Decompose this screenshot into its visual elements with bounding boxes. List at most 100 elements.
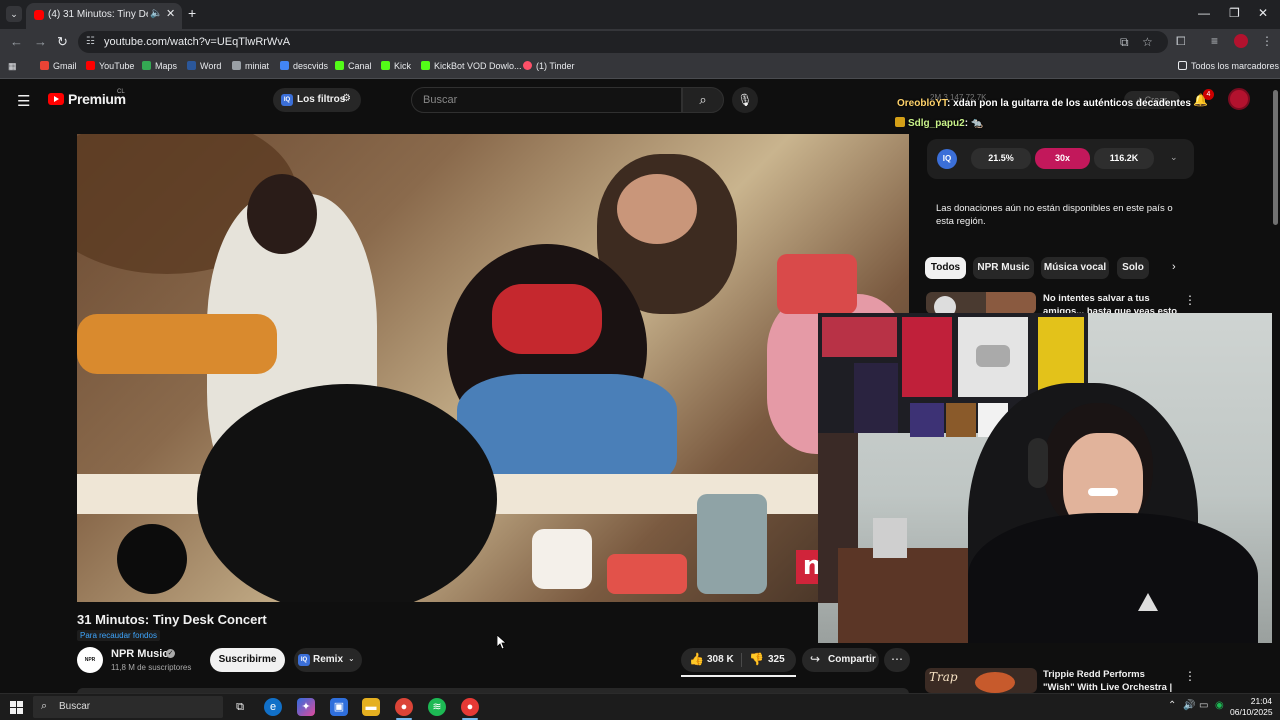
search-icon: ⌕: [41, 700, 48, 712]
thumbs-down-icon[interactable]: 👎: [749, 652, 764, 666]
iq-logo[interactable]: IQ: [937, 149, 957, 169]
chip-npr-music[interactable]: NPR Music: [973, 257, 1034, 279]
system-clock[interactable]: 21:04 06/10/2025: [1230, 696, 1273, 718]
close-window-icon[interactable]: ✕: [1258, 6, 1268, 20]
forward-icon[interactable]: →: [34, 34, 47, 49]
more-vertical-icon[interactable]: ⋮: [1184, 293, 1196, 307]
fundraiser-tag[interactable]: Para recaudar fondos: [77, 630, 160, 641]
bookmark-maps[interactable]: Maps: [142, 61, 177, 71]
clock-date: 06/10/2025: [1230, 707, 1273, 717]
more-vertical-icon[interactable]: ⋮: [1184, 669, 1196, 683]
recommendation-title[interactable]: No intentes salvar a tus amigos... hasta…: [1043, 292, 1178, 314]
taskbar-search[interactable]: ⌕ Buscar: [33, 696, 223, 718]
chrome-profile-icon[interactable]: ●: [461, 698, 479, 716]
hamburger-menu-icon[interactable]: ☰: [17, 92, 30, 110]
chip-todos[interactable]: Todos: [925, 257, 966, 279]
copilot-icon[interactable]: ✦: [297, 698, 315, 716]
new-tab-icon[interactable]: +: [188, 5, 196, 21]
profile-avatar[interactable]: [1234, 34, 1248, 48]
tray-chevron-icon[interactable]: ⌃: [1168, 700, 1176, 711]
minimize-icon[interactable]: —: [1198, 6, 1210, 20]
chip-solo[interactable]: Solo: [1117, 257, 1149, 279]
video-player[interactable]: n: [77, 134, 909, 602]
apps-grid-icon[interactable]: ▦: [8, 61, 17, 72]
restore-icon[interactable]: ❐: [1229, 6, 1240, 20]
channel-avatar[interactable]: NPR: [77, 647, 103, 673]
all-bookmarks[interactable]: Todos los marcadores: [1178, 61, 1279, 71]
iq-stat-count[interactable]: 116.2K: [1094, 148, 1154, 169]
bookmark-kickbot[interactable]: KickBot VOD Dowlo...: [421, 61, 522, 71]
chevron-right-icon[interactable]: ›: [1172, 261, 1176, 273]
spotify-icon[interactable]: ≋: [428, 698, 446, 716]
filters-button[interactable]: IQ Los filtros ⚙: [273, 88, 361, 112]
scrollbar-thumb[interactable]: [1273, 90, 1278, 225]
iq-stat-percent[interactable]: 21.5%: [971, 148, 1031, 169]
recommendation-title[interactable]: Trippie Redd Performs "Wish" With Live O…: [1043, 668, 1178, 693]
address-bar[interactable]: ☷ youtube.com/watch?v=UEqTlwRrWvA ⧉ ☆: [78, 31, 1168, 53]
subscribe-button[interactable]: Suscribirme: [210, 648, 285, 672]
share-button[interactable]: ↪ Compartir: [802, 648, 879, 672]
voice-search-button[interactable]: 🎙: [732, 87, 758, 113]
volume-icon[interactable]: 🔊: [1183, 700, 1195, 711]
network-icon[interactable]: ▭: [1199, 700, 1208, 711]
edge-icon[interactable]: e: [264, 698, 282, 716]
windows-start-icon[interactable]: [10, 701, 23, 714]
back-icon[interactable]: ←: [10, 34, 23, 49]
video-frame-shape: [247, 174, 317, 254]
security-icon[interactable]: ◉: [1215, 700, 1224, 711]
close-tab-icon[interactable]: ✕: [166, 7, 175, 20]
like-count[interactable]: 308 K: [707, 654, 734, 665]
like-ratio-bar: [681, 675, 796, 677]
recommendation-thumbnail[interactable]: [926, 292, 1036, 314]
extensions-icon[interactable]: ⧠: [1176, 34, 1186, 49]
url-text: youtube.com/watch?v=UEqTlwRrWvA: [104, 36, 291, 48]
cast-icon[interactable]: ⧉: [1120, 35, 1129, 50]
menu-kebab-icon[interactable]: ⋮: [1261, 34, 1273, 48]
more-actions-button[interactable]: ⋯: [884, 648, 910, 672]
bookmark-youtube[interactable]: YouTube: [86, 61, 134, 71]
chrome-icon[interactable]: ●: [395, 698, 413, 716]
chat-text: : xdan pon la guitarra de los auténticos…: [947, 98, 1191, 109]
media-control-icon[interactable]: ≡: [1211, 34, 1218, 48]
remix-button[interactable]: IQ Remix ⌄: [294, 648, 362, 672]
desk: [838, 548, 968, 643]
headphones-icon: [1028, 438, 1048, 488]
chevron-down-icon[interactable]: ⌄: [1170, 152, 1178, 163]
bookmark-word[interactable]: Word: [187, 61, 221, 71]
poster: [822, 317, 897, 357]
youtube-favicon-icon: [34, 10, 44, 20]
recommendation-thumbnail[interactable]: Trap: [925, 668, 1037, 693]
chat-badge-icon: [895, 117, 905, 127]
search-button[interactable]: ⌕: [682, 87, 724, 113]
bookmark-descvids[interactable]: descvids: [280, 61, 328, 71]
chat-message: Sdlg_papu2: 🐀: [895, 117, 983, 129]
speaker-icon[interactable]: 🔈: [150, 8, 162, 19]
bookmark-tinder[interactable]: (1) Tinder: [523, 61, 575, 71]
dislike-count[interactable]: 325: [768, 654, 785, 665]
chip-musica-vocal[interactable]: Música vocal: [1041, 257, 1109, 279]
kick-icon: [381, 61, 390, 70]
streamer-smile: [1088, 488, 1118, 496]
site-info-icon[interactable]: ☷: [86, 36, 95, 47]
iq-extension-icon: IQ: [281, 94, 293, 106]
account-avatar[interactable]: [1228, 88, 1250, 110]
thumbs-up-icon[interactable]: 👍: [689, 652, 704, 666]
store-icon[interactable]: ▣: [330, 698, 348, 716]
browser-tab-active[interactable]: (4) 31 Minutos: Tiny Desk C 🔈 ✕: [26, 3, 182, 29]
bookmark-gmail[interactable]: Gmail: [40, 61, 77, 71]
iq-stat-multiplier[interactable]: 30x: [1035, 148, 1090, 169]
search-input[interactable]: Buscar: [411, 87, 682, 113]
tab-search-icon[interactable]: ⌄: [6, 6, 22, 22]
bookmark-miniat[interactable]: miniat: [232, 61, 269, 71]
task-view-icon[interactable]: ⧉: [231, 698, 249, 716]
share-arrow-icon: ↪: [810, 652, 821, 666]
gmail-icon: [40, 61, 49, 70]
bookmark-star-icon[interactable]: ☆: [1142, 35, 1153, 49]
bookmark-canal[interactable]: Canal: [335, 61, 372, 71]
youtube-logo-icon[interactable]: [48, 93, 64, 105]
reload-icon[interactable]: ↻: [57, 34, 68, 50]
file-explorer-icon[interactable]: ▬: [362, 698, 380, 716]
bookmark-kick[interactable]: Kick: [381, 61, 411, 71]
video-frame-shape: [197, 384, 497, 602]
channel-name[interactable]: NPR Music: [111, 648, 168, 660]
